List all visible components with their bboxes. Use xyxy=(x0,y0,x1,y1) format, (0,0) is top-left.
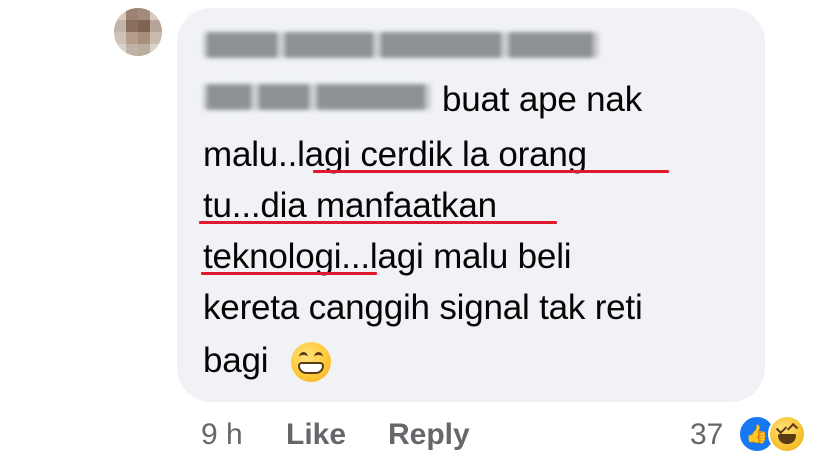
tagged-user-redacted[interactable] xyxy=(203,84,431,110)
haha-reaction-icon xyxy=(768,415,806,453)
reaction-count[interactable]: 37 xyxy=(690,420,723,450)
comment-line-2: malu..lagi cerdik la orang xyxy=(203,135,587,174)
annotation-underline-2 xyxy=(199,221,557,224)
annotation-underline-1 xyxy=(313,170,669,173)
comment-line-6: bagi xyxy=(203,341,269,380)
annotation-underline-3 xyxy=(201,272,377,275)
reactions-summary[interactable]: 👍 xyxy=(738,415,808,453)
comment-line-5: kereta canggih signal tak reti xyxy=(203,288,643,327)
comment-line-3: tu...dia manfaatkan xyxy=(203,186,497,225)
like-button[interactable]: Like xyxy=(286,420,346,450)
avatar[interactable] xyxy=(114,8,162,56)
comment-timestamp[interactable]: 9 h xyxy=(201,420,243,450)
comment-line-4: teknologi...lagi malu beli xyxy=(203,237,572,276)
comment-line-1: buat ape nak xyxy=(442,80,642,119)
reply-button[interactable]: Reply xyxy=(388,420,470,450)
grinning-face-emoji-icon xyxy=(291,342,331,382)
author-name-redacted[interactable] xyxy=(203,32,599,58)
